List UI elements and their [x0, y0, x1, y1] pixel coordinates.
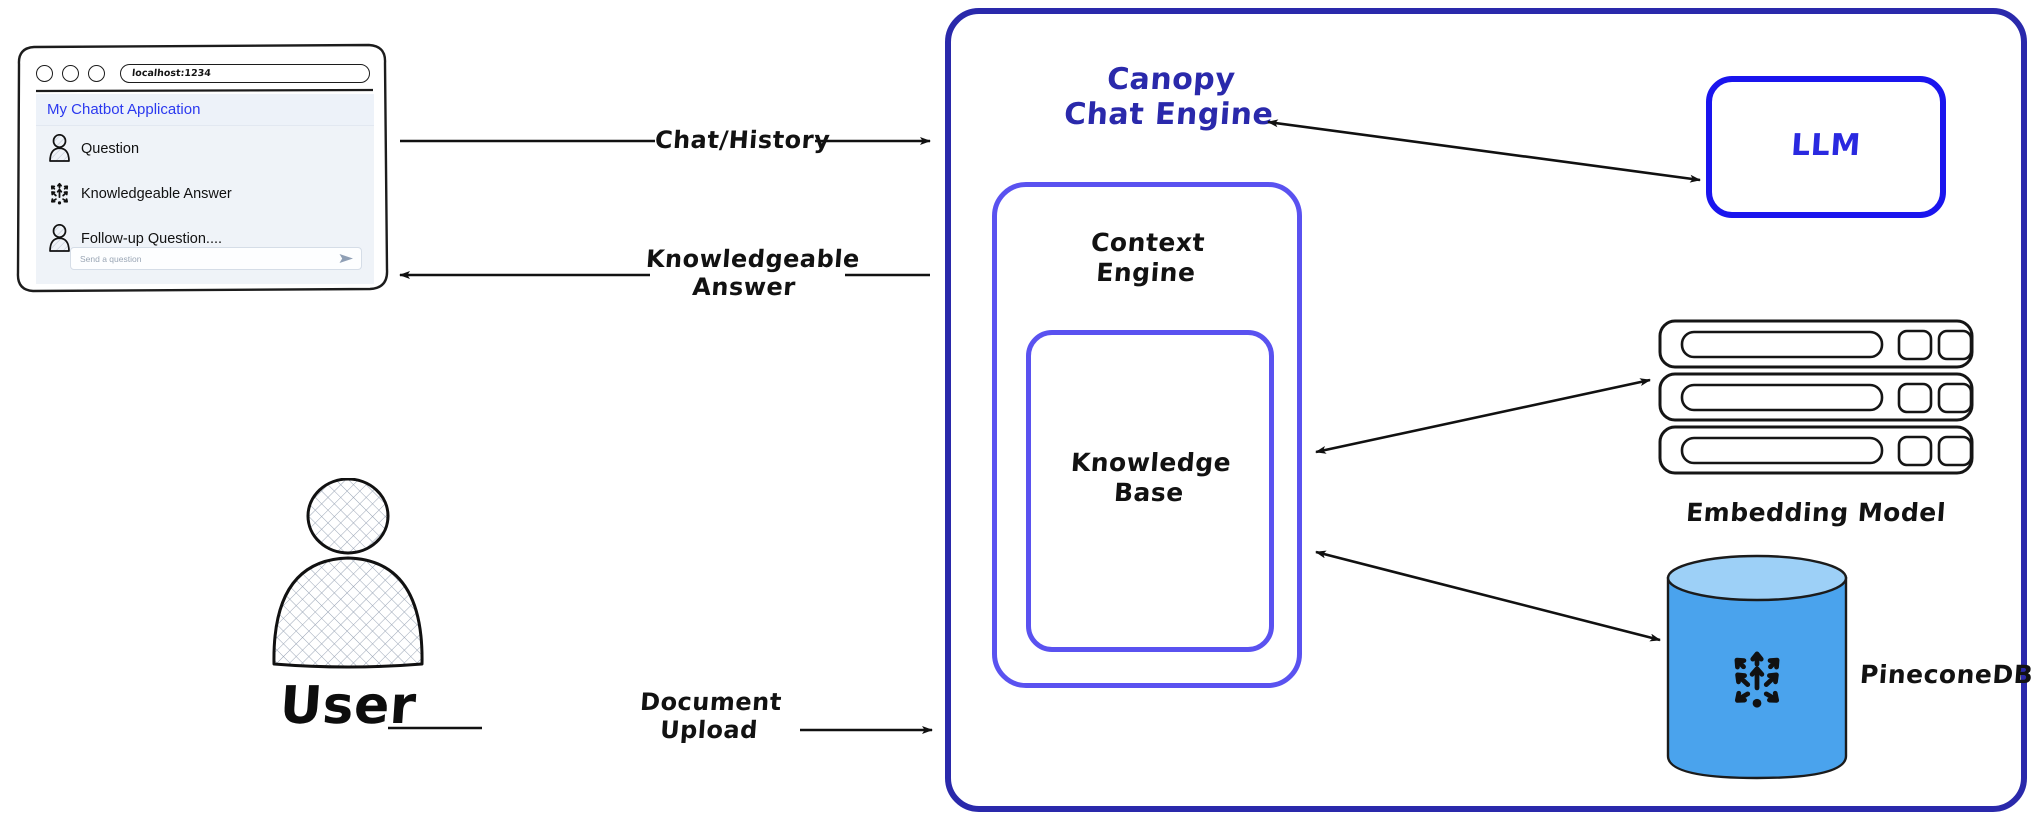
flow-label-knowledgeable-answer: Knowledgeable Answer	[645, 245, 861, 302]
user-avatar-icon	[47, 224, 72, 253]
composer-placeholder: Send a question	[80, 253, 142, 264]
maximize-dot-icon[interactable]	[88, 64, 105, 82]
server-rack-icon	[1656, 318, 1976, 478]
browser-window-mockup: localhost:1234 My Chatbot Application Qu…	[14, 42, 390, 296]
flow-label-document-upload: Document Upload	[639, 688, 783, 745]
message-composer[interactable]: Send a question	[70, 247, 362, 270]
pinecone-db-label: PineconeDB	[1859, 660, 2035, 689]
user-label: User	[277, 676, 419, 736]
address-bar[interactable]: localhost:1234	[120, 63, 370, 83]
context-engine-label: Context Engine	[1090, 228, 1206, 287]
address-bar-url: localhost:1234	[131, 67, 212, 79]
app-title: My Chatbot Application	[36, 94, 374, 126]
diagram-canvas: localhost:1234 My Chatbot Application Qu…	[0, 0, 2036, 820]
flow-label-chat-history: Chat/History	[654, 126, 832, 154]
browser-viewport: My Chatbot Application Question Knowledg…	[36, 94, 374, 284]
chat-message-user-question: Question	[36, 126, 374, 171]
knowledge-base-label: Knowledge Base	[1069, 448, 1233, 507]
chat-message-text: Question	[81, 140, 140, 157]
embedding-model-label: Embedding Model	[1685, 498, 1947, 527]
database-cylinder-icon	[1662, 552, 1852, 782]
minimize-dot-icon[interactable]	[62, 64, 79, 82]
close-dot-icon[interactable]	[36, 64, 53, 82]
browser-chrome-bar: localhost:1234	[36, 59, 370, 87]
pinecone-vector-icon	[47, 179, 72, 208]
chat-message-text: Knowledgeable Answer	[81, 185, 232, 202]
user-person-icon	[258, 477, 438, 678]
send-paper-plane-icon[interactable]	[339, 253, 354, 264]
chat-message-text: Follow-up Question....	[81, 230, 223, 247]
llm-label: LLM	[1789, 128, 1863, 163]
canopy-chat-engine-title: Canopy Chat Engine	[1062, 62, 1275, 133]
chat-message-assistant-answer: Knowledgeable Answer	[36, 171, 374, 216]
user-avatar-icon	[47, 134, 72, 163]
